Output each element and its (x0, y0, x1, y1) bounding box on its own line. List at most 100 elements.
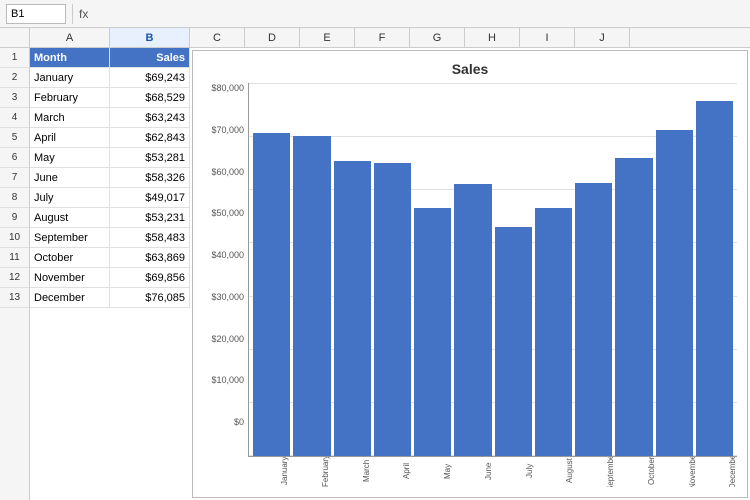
month-cell[interactable]: September (30, 228, 110, 248)
month-cell[interactable]: December (30, 288, 110, 308)
x-axis-label: December (696, 457, 737, 487)
table-section: Month Sales January$69,243February$68,52… (30, 48, 190, 500)
col-header-e[interactable]: E (300, 28, 355, 47)
y-axis-label: $80,000 (211, 83, 244, 93)
sales-header[interactable]: Sales (110, 48, 190, 68)
bar-item[interactable] (575, 183, 612, 456)
col-header-i[interactable]: I (520, 28, 575, 47)
col-header-a[interactable]: A (30, 28, 110, 47)
y-axis-label: $20,000 (211, 334, 244, 344)
col-header-j[interactable]: J (575, 28, 630, 47)
sales-cell[interactable]: $63,243 (110, 108, 190, 128)
col-header-f[interactable]: F (355, 28, 410, 47)
x-axis-label: November (656, 457, 697, 487)
month-cell[interactable]: March (30, 108, 110, 128)
formula-icons: fx (79, 7, 88, 21)
sales-cell[interactable]: $58,326 (110, 168, 190, 188)
sales-cell[interactable]: $63,869 (110, 248, 190, 268)
bar-item[interactable] (293, 136, 330, 456)
month-cell[interactable]: May (30, 148, 110, 168)
month-cell[interactable]: August (30, 208, 110, 228)
col-header-g[interactable]: G (410, 28, 465, 47)
month-cell[interactable]: June (30, 168, 110, 188)
row-header-6: 6 (0, 148, 29, 168)
bars-row (249, 83, 737, 456)
formula-bar: B1 fx (0, 0, 750, 28)
y-axis-label: $70,000 (211, 125, 244, 135)
table-row: January$69,243 (30, 68, 190, 88)
table-row: February$68,529 (30, 88, 190, 108)
bar-item[interactable] (615, 158, 652, 456)
y-axis-label: $50,000 (211, 208, 244, 218)
bar-item[interactable] (454, 184, 491, 456)
y-axis-label: $60,000 (211, 167, 244, 177)
sales-cell[interactable]: $62,843 (110, 128, 190, 148)
y-axis-label: $30,000 (211, 292, 244, 302)
x-axis-label: August (533, 457, 574, 487)
bar-item[interactable] (495, 227, 532, 456)
row-header-1: 1 (0, 48, 29, 68)
y-axis: $80,000$70,000$60,000$50,000$40,000$30,0… (203, 83, 248, 457)
month-cell[interactable]: April (30, 128, 110, 148)
x-axis-label: October (615, 457, 656, 487)
table-row: July$49,017 (30, 188, 190, 208)
bar-item[interactable] (535, 208, 572, 456)
col-header-h[interactable]: H (465, 28, 520, 47)
row-header-7: 7 (0, 168, 29, 188)
bar-item[interactable] (334, 161, 371, 456)
x-axis-label: September (574, 457, 615, 487)
sales-cell[interactable]: $58,483 (110, 228, 190, 248)
month-cell[interactable]: October (30, 248, 110, 268)
formula-divider (72, 4, 73, 24)
month-header[interactable]: Month (30, 48, 110, 68)
corner-cell (0, 28, 30, 47)
sales-cell[interactable]: $76,085 (110, 288, 190, 308)
month-cell[interactable]: July (30, 188, 110, 208)
sales-cell[interactable]: $53,231 (110, 208, 190, 228)
name-box[interactable]: B1 (6, 4, 66, 24)
sales-cell[interactable]: $68,529 (110, 88, 190, 108)
col-header-c[interactable]: C (190, 28, 245, 47)
excel-window: B1 fx A B C D E F G H I J 12345678910111… (0, 0, 750, 500)
col-headers: A B C D E F G H I J (0, 28, 750, 48)
bar-item[interactable] (696, 101, 733, 456)
table-row: April$62,843 (30, 128, 190, 148)
row-header-5: 5 (0, 128, 29, 148)
sales-cell[interactable]: $49,017 (110, 188, 190, 208)
row-headers: 12345678910111213 (0, 48, 30, 500)
row-header-2: 2 (0, 68, 29, 88)
formula-input[interactable] (94, 4, 744, 24)
sales-cell[interactable]: $53,281 (110, 148, 190, 168)
x-axis-labels: JanuaryFebruaryMarchAprilMayJuneJulyAugu… (248, 457, 737, 487)
table-row: December$76,085 (30, 288, 190, 308)
row-header-12: 12 (0, 268, 29, 288)
bar-item[interactable] (374, 163, 411, 456)
x-axis-label: March (330, 457, 371, 487)
month-cell[interactable]: January (30, 68, 110, 88)
col-header-b[interactable]: B (110, 28, 190, 47)
x-axis-label: February (289, 457, 330, 487)
table-row: November$69,856 (30, 268, 190, 288)
chart-title: Sales (203, 61, 737, 77)
data-area: Month Sales January$69,243February$68,52… (30, 48, 750, 500)
x-axis-label: April (370, 457, 411, 487)
chart-body: $80,000$70,000$60,000$50,000$40,000$30,0… (203, 83, 737, 457)
row-header-3: 3 (0, 88, 29, 108)
fx-icon: fx (79, 7, 88, 21)
bars-area (248, 83, 737, 457)
month-cell[interactable]: November (30, 268, 110, 288)
chart-section: Sales $80,000$70,000$60,000$50,000$40,00… (190, 48, 750, 500)
spreadsheet-body: 12345678910111213 Month Sales January$69… (0, 48, 750, 500)
y-axis-label: $10,000 (211, 375, 244, 385)
row-header-9: 9 (0, 208, 29, 228)
bar-item[interactable] (253, 133, 290, 456)
col-header-d[interactable]: D (245, 28, 300, 47)
bar-item[interactable] (656, 130, 693, 456)
table-row: March$63,243 (30, 108, 190, 128)
month-cell[interactable]: February (30, 88, 110, 108)
sales-cell[interactable]: $69,856 (110, 268, 190, 288)
table-row: June$58,326 (30, 168, 190, 188)
sales-cell[interactable]: $69,243 (110, 68, 190, 88)
bar-item[interactable] (414, 208, 451, 456)
spreadsheet-area: A B C D E F G H I J 12345678910111213 Mo… (0, 28, 750, 500)
